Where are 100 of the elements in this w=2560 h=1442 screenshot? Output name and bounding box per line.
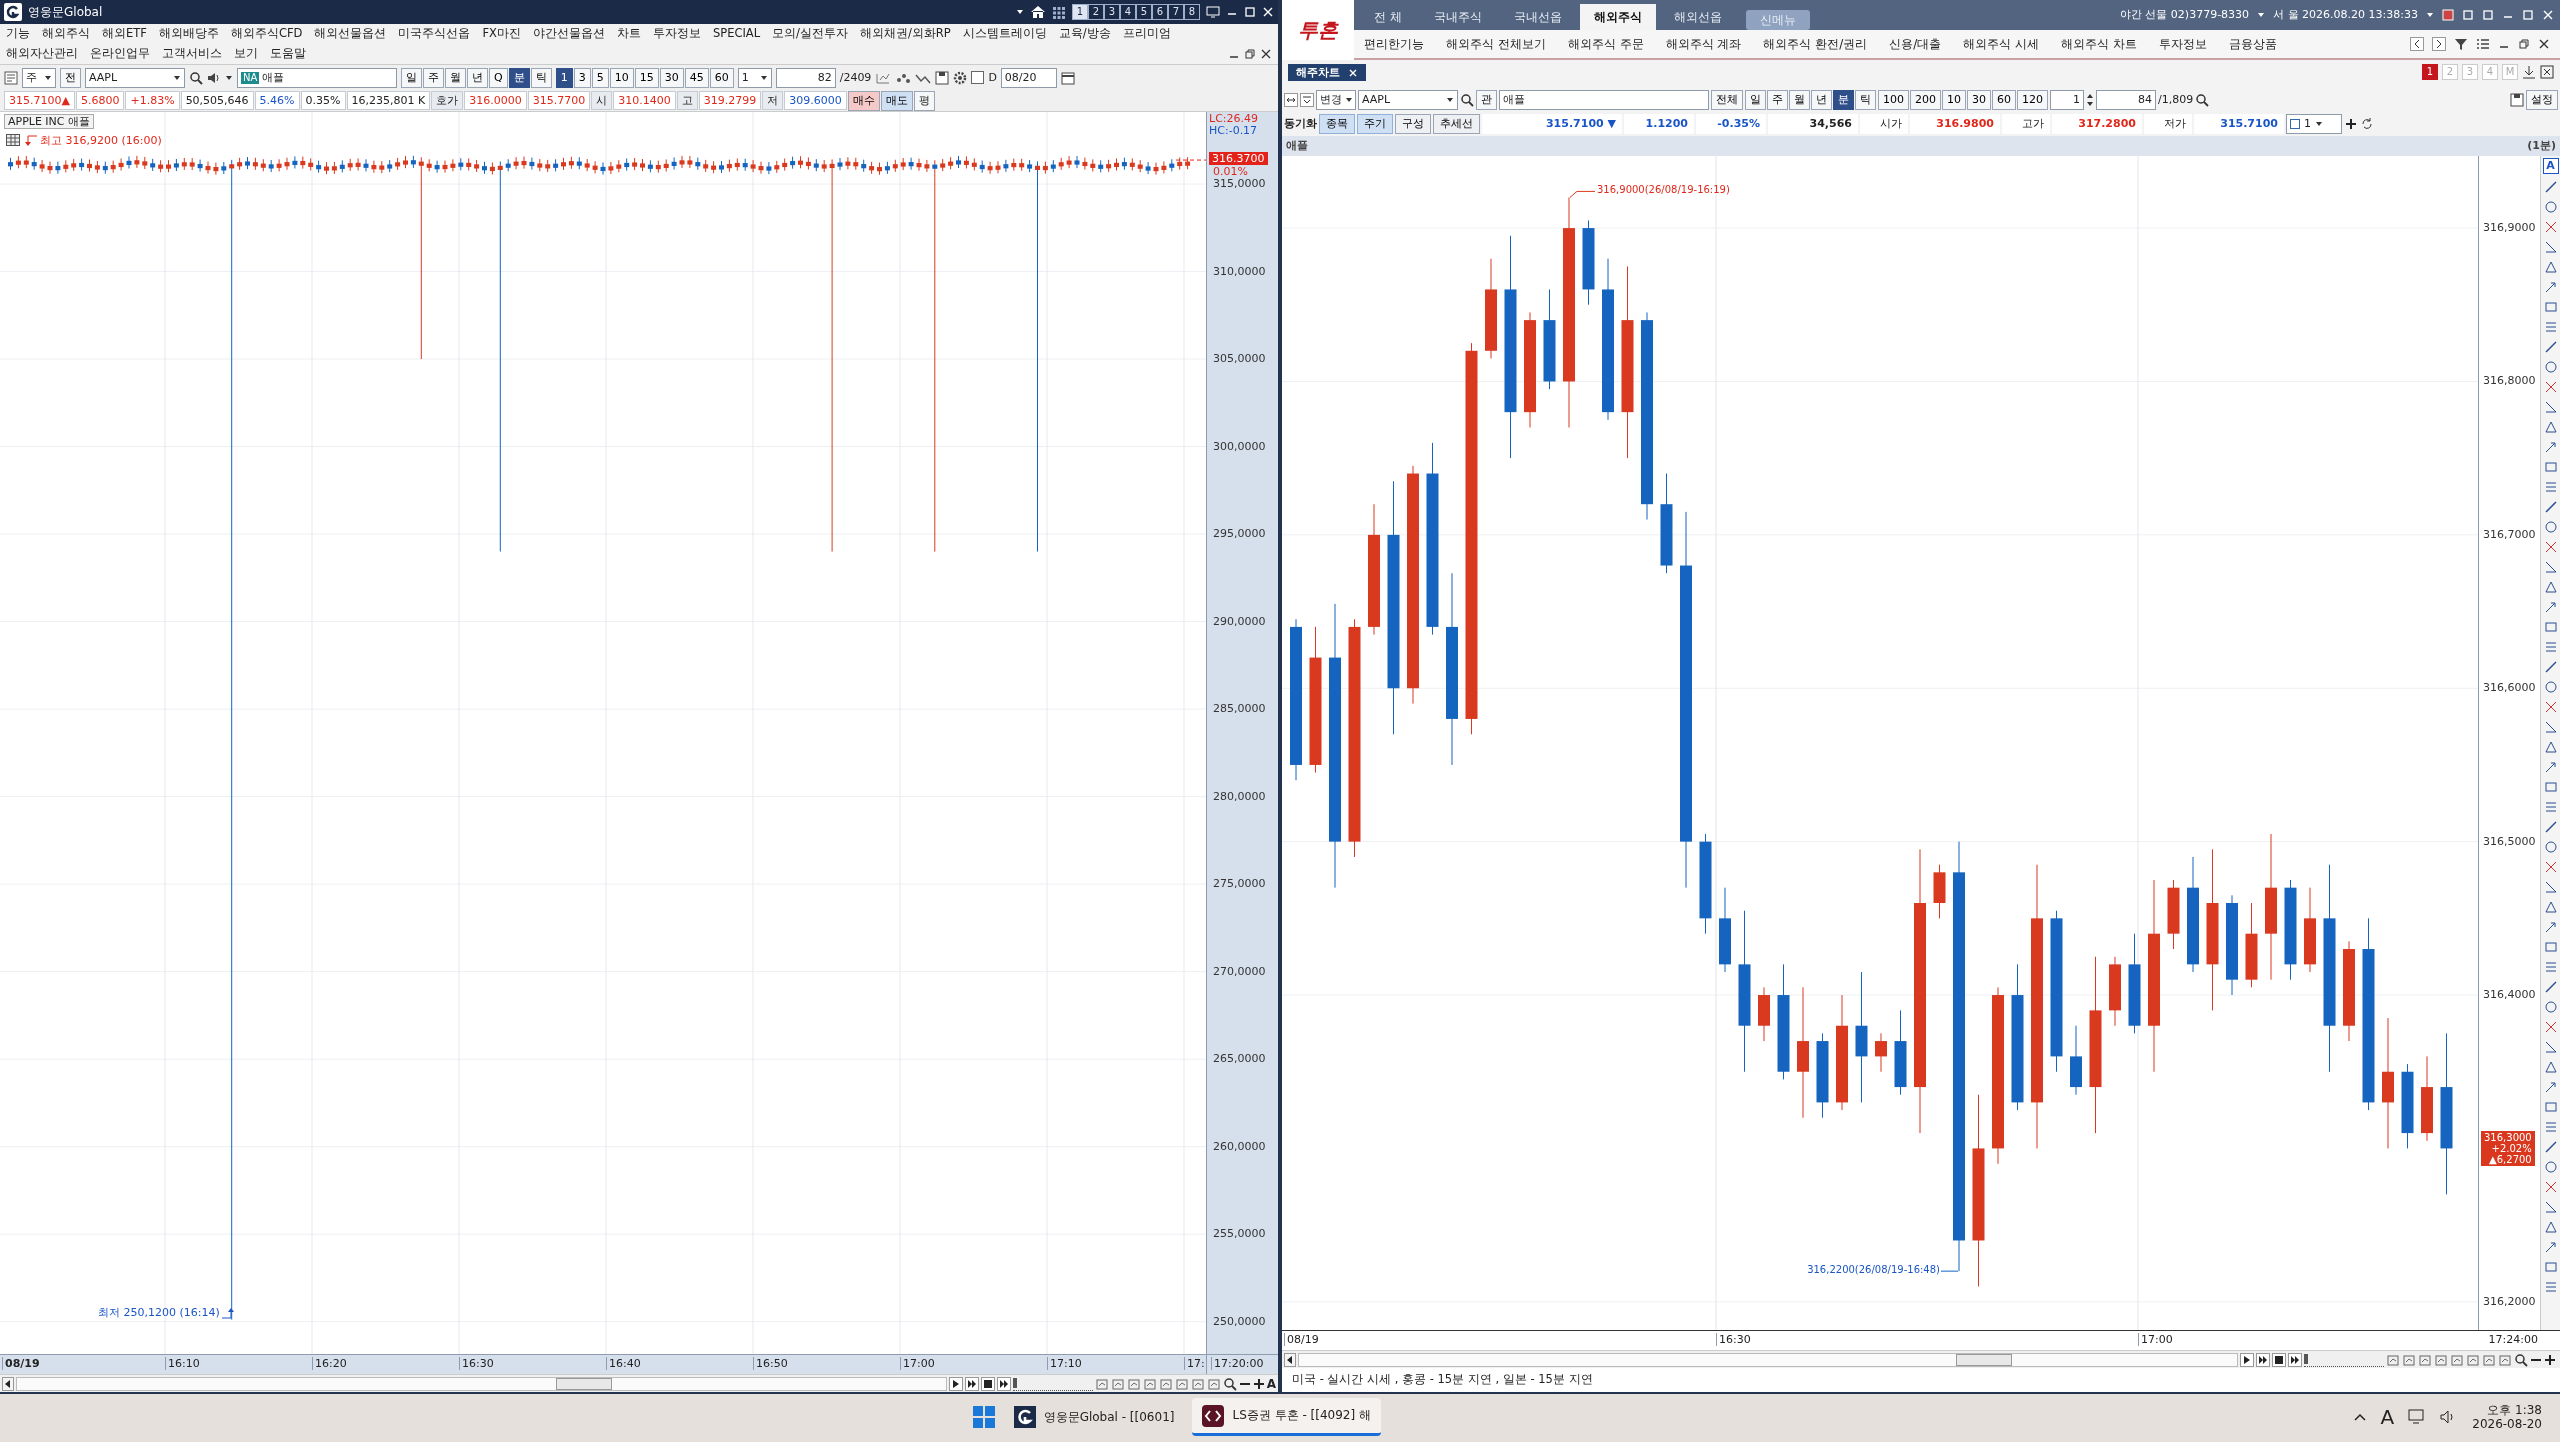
circle-tool-icon[interactable] [2543, 680, 2558, 694]
menu-item[interactable]: 미국주식선옵 [398, 27, 471, 41]
order-button[interactable]: 매수 [847, 90, 880, 111]
menu-item[interactable]: 시스템트레이딩 [962, 27, 1047, 41]
page-button[interactable]: 6 [1152, 4, 1168, 20]
diag-tool-icon[interactable] [2543, 560, 2558, 574]
page-button[interactable]: 2 [1088, 4, 1104, 20]
nav-tab[interactable]: 해외주식 [1579, 4, 1656, 30]
download-icon[interactable] [2522, 65, 2536, 79]
zoom-in-icon[interactable] [1252, 1377, 1265, 1390]
triangle-tool-icon[interactable] [2543, 580, 2558, 594]
triangle-tool-icon[interactable] [2543, 260, 2558, 274]
arrow-tool-icon[interactable] [2543, 280, 2558, 294]
watchlist-button[interactable]: 관 [1476, 90, 1497, 110]
page-button[interactable]: 1 [1072, 4, 1088, 20]
arrow-tool-icon[interactable] [2543, 1080, 2558, 1094]
multiplier-spinner[interactable]: 1 [2050, 90, 2084, 110]
menu-item[interactable]: 해외주식 주문 [1567, 36, 1644, 52]
stock-name-field[interactable]: 애플 [1499, 90, 1709, 110]
zoom-in-icon[interactable] [2544, 1353, 2556, 1366]
menu-item[interactable]: 프리미엄 [1122, 27, 1171, 41]
cross-tool-icon[interactable] [2543, 540, 2558, 554]
calendar-icon[interactable] [1060, 70, 1075, 85]
stop-icon[interactable] [2272, 1352, 2286, 1367]
fast-forward-icon[interactable] [2288, 1352, 2302, 1367]
page-button[interactable]: 7 [1168, 4, 1184, 20]
period-button[interactable]: 분 [508, 67, 530, 88]
zoom-slider-thumb[interactable] [2304, 1353, 2308, 1364]
nav-tab[interactable]: 전 체 [1360, 4, 1416, 30]
period-button[interactable]: 월 [445, 67, 466, 88]
interval-button[interactable]: 200 [1910, 90, 1941, 110]
circle-tool-icon[interactable] [2543, 520, 2558, 534]
cross-tool-icon[interactable] [2543, 700, 2558, 714]
cross-tool-icon[interactable] [2543, 1180, 2558, 1194]
diag-tool-icon[interactable] [2543, 240, 2558, 254]
menu-item[interactable]: 해외주식 [42, 27, 90, 41]
line-tool-icon[interactable] [2543, 1140, 2558, 1154]
period-button[interactable]: 월 [1789, 90, 1810, 110]
save-icon[interactable] [935, 70, 950, 85]
period-button[interactable]: Q [489, 67, 508, 88]
zoom-slider-thumb[interactable] [1012, 1377, 1017, 1388]
symbol-combobox[interactable]: AAPL [85, 67, 185, 88]
circle-tool-icon[interactable] [2543, 1000, 2558, 1014]
nav-tab[interactable]: 국내주식 [1419, 4, 1496, 30]
line-tool-icon[interactable] [2543, 820, 2558, 834]
menu-item[interactable]: 해외선물옵션 [314, 27, 387, 41]
interval-button[interactable]: 3 [573, 67, 591, 88]
symbol-combobox[interactable]: AAPL [1358, 90, 1458, 110]
stop-icon[interactable] [980, 1376, 995, 1391]
count-field[interactable]: 82 [775, 67, 836, 88]
triangle-tool-icon[interactable] [2543, 420, 2558, 434]
chart-count-dropdown[interactable]: 1 [2286, 114, 2342, 134]
triangle-tool-icon[interactable] [2543, 1060, 2558, 1074]
menu-item[interactable]: 도움말 [270, 47, 306, 61]
rewind-icon[interactable] [964, 1376, 979, 1391]
menu-item[interactable]: 온라인업무 [90, 47, 150, 61]
scrollbar-thumb[interactable] [1955, 1353, 2012, 1366]
line-tool-icon[interactable] [2543, 180, 2558, 194]
line-tool-icon[interactable] [2543, 500, 2558, 514]
fast-forward-icon[interactable] [996, 1376, 1011, 1391]
circle-tool-icon[interactable] [2543, 200, 2558, 214]
line-tool-icon[interactable] [2543, 980, 2558, 994]
menu-item[interactable]: 해외주식CFD [230, 27, 303, 41]
interval-button[interactable]: 60 [1992, 90, 2016, 110]
search-icon[interactable] [189, 70, 203, 85]
menu-item[interactable]: 고객서비스 [162, 47, 222, 61]
period-button[interactable]: 주 [423, 67, 444, 88]
circle-tool-icon[interactable] [2543, 360, 2558, 374]
cross-tool-icon[interactable] [2543, 220, 2558, 234]
chevron-up-icon[interactable] [2352, 1412, 2367, 1422]
menu-item[interactable]: 기능 [6, 27, 30, 41]
diag-tool-icon[interactable] [2543, 1200, 2558, 1214]
arrow-tool-icon[interactable] [2543, 440, 2558, 454]
cross-tool-icon[interactable] [2543, 1020, 2558, 1034]
menu-item[interactable]: 해외주식 시세 [1963, 36, 2040, 52]
menu-item[interactable]: 투자정보 [2159, 36, 2208, 52]
order-button[interactable]: 평 [913, 90, 935, 111]
screen-button[interactable]: 1 [2422, 64, 2438, 80]
menu-item[interactable]: 해외주식 차트 [2061, 36, 2138, 52]
menu-item[interactable]: 투자정보 [652, 27, 701, 41]
count-field[interactable]: 84 [2096, 90, 2156, 110]
search-icon[interactable] [1460, 93, 1474, 107]
scope-button[interactable]: 전 [60, 67, 81, 88]
menu-item[interactable]: 해외배당주 [158, 27, 219, 41]
period-button[interactable]: 주 [1767, 90, 1788, 110]
taskbar-app-button[interactable]: 영웅문Global - [[0601] [1003, 1398, 1185, 1436]
maximize-icon[interactable] [1244, 6, 1256, 18]
view-button[interactable]: 추세선 [1433, 114, 1480, 134]
font-size-button[interactable]: A [1266, 1374, 1276, 1393]
circle-tool-icon[interactable] [2543, 840, 2558, 854]
previous-icon[interactable] [2410, 37, 2424, 51]
grid-icon[interactable] [1052, 5, 1066, 19]
play-icon[interactable] [2240, 1352, 2254, 1367]
zoom-icon[interactable] [1222, 1376, 1237, 1391]
menu-item[interactable]: 모의/실전투자 [772, 27, 848, 41]
rewind-icon[interactable] [2256, 1352, 2270, 1367]
menu-item[interactable]: 야간선물옵션 [532, 27, 605, 41]
home-icon[interactable] [1030, 5, 1046, 19]
period-button[interactable]: 일 [1745, 90, 1766, 110]
order-button[interactable]: 매도 [880, 90, 913, 111]
